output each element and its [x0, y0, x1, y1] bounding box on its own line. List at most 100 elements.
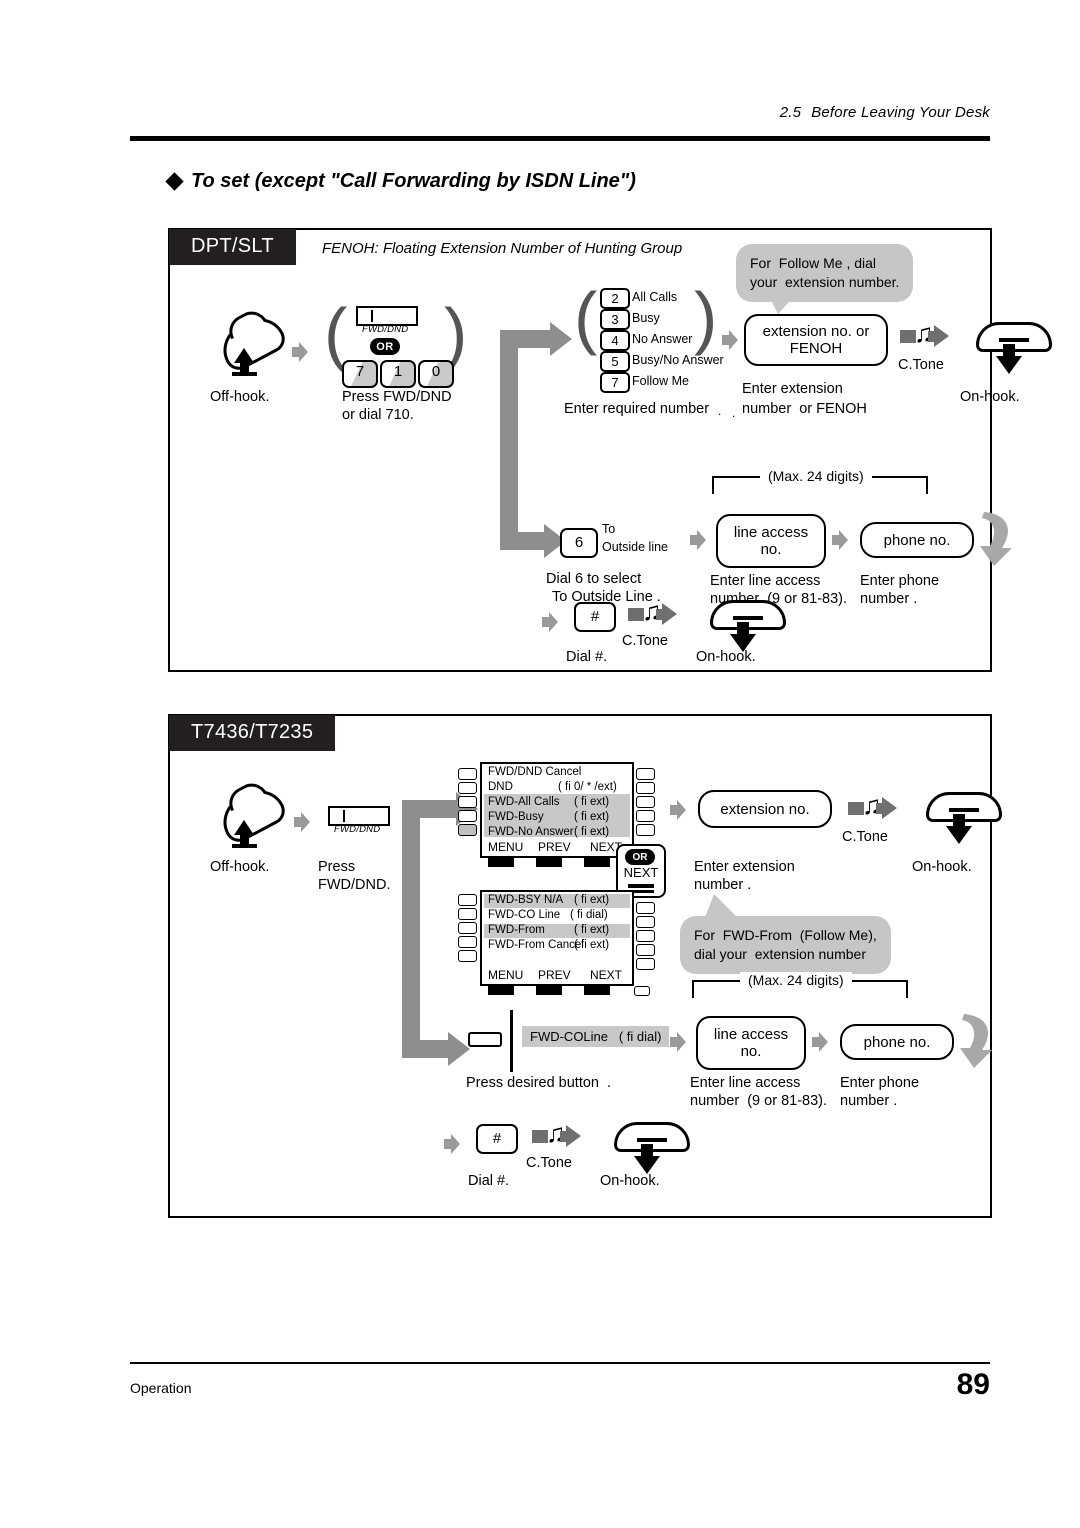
return-arrow-icon [958, 1010, 1002, 1072]
lcd-row-label[interactable]: FWD-CO Line [488, 909, 560, 921]
line-access-box[interactable]: line access no. [716, 514, 826, 568]
desired-button-icon[interactable] [468, 1032, 502, 1047]
panel-t7436-t7235: T7436/T7235 Off-hook. FWD/DND Press FWD/… [168, 714, 1002, 1218]
caption-on-hook: On-hook. [600, 1173, 660, 1189]
lcd-side-key[interactable] [636, 796, 655, 808]
speech-bubble-fwd-from: For FWD-From (Follow Me), dial your exte… [680, 916, 891, 974]
softkey-label-prev[interactable]: PREV [538, 840, 571, 854]
softkey-label-menu[interactable]: MENU [488, 968, 523, 982]
caption-on-hook: On-hook. [696, 649, 756, 665]
lcd-side-key[interactable] [458, 810, 477, 822]
option-key-7[interactable]: 7 [600, 372, 630, 393]
caption-phone-1: Enter phone [840, 1075, 920, 1091]
line-access-box[interactable]: line access no. [696, 1016, 806, 1070]
lcd-row-label[interactable]: FWD-Busy [488, 811, 544, 823]
lcd-side-key[interactable] [636, 902, 655, 914]
lcd-side-key[interactable] [636, 768, 655, 780]
lcd-side-key[interactable] [458, 796, 477, 808]
lcd-side-key[interactable] [458, 922, 477, 934]
lcd-side-key[interactable] [636, 930, 655, 942]
line-access-line2: no. [740, 1043, 762, 1060]
caption-press-fwd-dnd: Press FWD/DND [342, 389, 452, 405]
lcd-row-label[interactable]: FWD-From [488, 924, 545, 936]
lcd-side-key[interactable] [458, 894, 477, 906]
extension-box-line2: FENOH [789, 340, 843, 357]
lcd-bottom-key[interactable] [488, 986, 514, 995]
confirmation-tone-icon: ♫ [900, 320, 956, 352]
or-badge: OR [370, 338, 400, 355]
softkey-label-next[interactable]: NEXT [590, 968, 622, 982]
lcd-row-label[interactable]: FWD-From Cancel [488, 939, 584, 951]
softkey-label-prev[interactable]: PREV [538, 968, 571, 982]
fwd-dnd-key-icon[interactable] [356, 306, 418, 326]
softkey-label-menu[interactable]: MENU [488, 840, 523, 854]
lcd-side-key[interactable] [636, 958, 655, 970]
header-rule [130, 136, 990, 141]
lcd-row-label[interactable]: FWD-All Calls [488, 796, 560, 808]
option-label-5: Busy/No Answer [632, 353, 724, 367]
branch-arrow-head-bottom [448, 1032, 470, 1066]
flow-arrow-icon [812, 1032, 828, 1052]
fwd-co-line-button-label[interactable]: FWD-COLine ( fi dial) [522, 1026, 670, 1047]
lcd-row-label[interactable]: FWD/DND Cancel [488, 766, 581, 778]
caption-on-hook: On-hook. [912, 859, 972, 875]
lcd-bottom-key[interactable] [634, 986, 650, 996]
caption-off-hook: Off-hook. [210, 389, 270, 405]
lcd-side-key[interactable] [636, 824, 655, 836]
lcd-row-label[interactable]: DND [488, 781, 513, 793]
lcd-side-key[interactable] [636, 810, 655, 822]
option-key-5[interactable]: 5 [600, 351, 630, 372]
lcd-side-key[interactable] [636, 944, 655, 956]
options-paren-close: ) [694, 278, 718, 356]
outside-line-key-6[interactable]: 6 [560, 528, 598, 558]
caption-press-2: FWD/DND. [318, 877, 391, 893]
confirmation-tone-icon: ♫ [532, 1120, 588, 1152]
extension-no-label: extension no. [720, 800, 810, 818]
lcd-side-key[interactable] [636, 916, 655, 928]
lcd-screen-2: FWD-BSY N/A ( fi ext) FWD-CO Line ( fi d… [480, 890, 634, 986]
dial-key-1[interactable]: 1 [380, 360, 416, 388]
phone-no-box[interactable]: phone no. [840, 1024, 954, 1060]
on-hook-handset-icon [614, 1122, 690, 1178]
lcd-side-key[interactable] [636, 782, 655, 794]
hash-key[interactable]: # [574, 602, 616, 632]
extension-fenoh-box[interactable]: extension no. or FENOH [744, 314, 888, 366]
option-key-3[interactable]: 3 [600, 309, 630, 330]
caption-c-tone: C.Tone [622, 633, 668, 649]
option-label-7: Follow Me [632, 374, 689, 388]
extension-box-line1: extension no. or [762, 323, 870, 340]
extension-no-box[interactable]: extension no. [698, 790, 832, 828]
flow-arrow-icon [690, 530, 706, 550]
flow-arrow-icon [722, 330, 738, 350]
lcd-bottom-key[interactable] [584, 986, 610, 995]
lcd-bottom-key[interactable] [584, 858, 610, 867]
dial-key-0[interactable]: 0 [418, 360, 454, 388]
caption-enter-extension-2: number . [694, 877, 752, 893]
caption-off-hook: Off-hook. [210, 859, 270, 875]
flow-arrow-icon [832, 530, 848, 550]
hash-key[interactable]: # [476, 1124, 518, 1154]
lcd-row-hint: ( fi ext) [574, 939, 610, 951]
lcd-side-key[interactable] [458, 950, 477, 962]
lcd-row-hint: ( fi ext) [574, 894, 610, 906]
line-access-line1: line access [733, 524, 809, 541]
fwd-dnd-key-icon[interactable] [328, 806, 390, 826]
flow-arrow-icon [670, 800, 686, 820]
phone-no-box[interactable]: phone no. [860, 522, 974, 558]
lcd-side-key[interactable] [458, 908, 477, 920]
lcd-side-key[interactable] [458, 768, 477, 780]
lcd-bottom-key[interactable] [536, 858, 562, 867]
caption-c-tone: C.Tone [842, 829, 888, 845]
lcd-side-key[interactable] [458, 936, 477, 948]
option-key-4[interactable]: 4 [600, 330, 630, 351]
lcd-row-label[interactable]: FWD-No Answer [488, 826, 574, 838]
lcd-side-key[interactable] [458, 782, 477, 794]
dial-key-7[interactable]: 7 [342, 360, 378, 388]
option-key-2[interactable]: 2 [600, 288, 630, 309]
caption-press-desired-button: Press desired button . [466, 1075, 612, 1091]
lcd-side-key[interactable] [458, 824, 477, 836]
lcd-row-label[interactable]: FWD-BSY N/A [488, 894, 563, 906]
lcd-bottom-key[interactable] [488, 858, 514, 867]
lcd-bottom-key[interactable] [536, 986, 562, 995]
branch-arrow-bottom [500, 532, 546, 550]
